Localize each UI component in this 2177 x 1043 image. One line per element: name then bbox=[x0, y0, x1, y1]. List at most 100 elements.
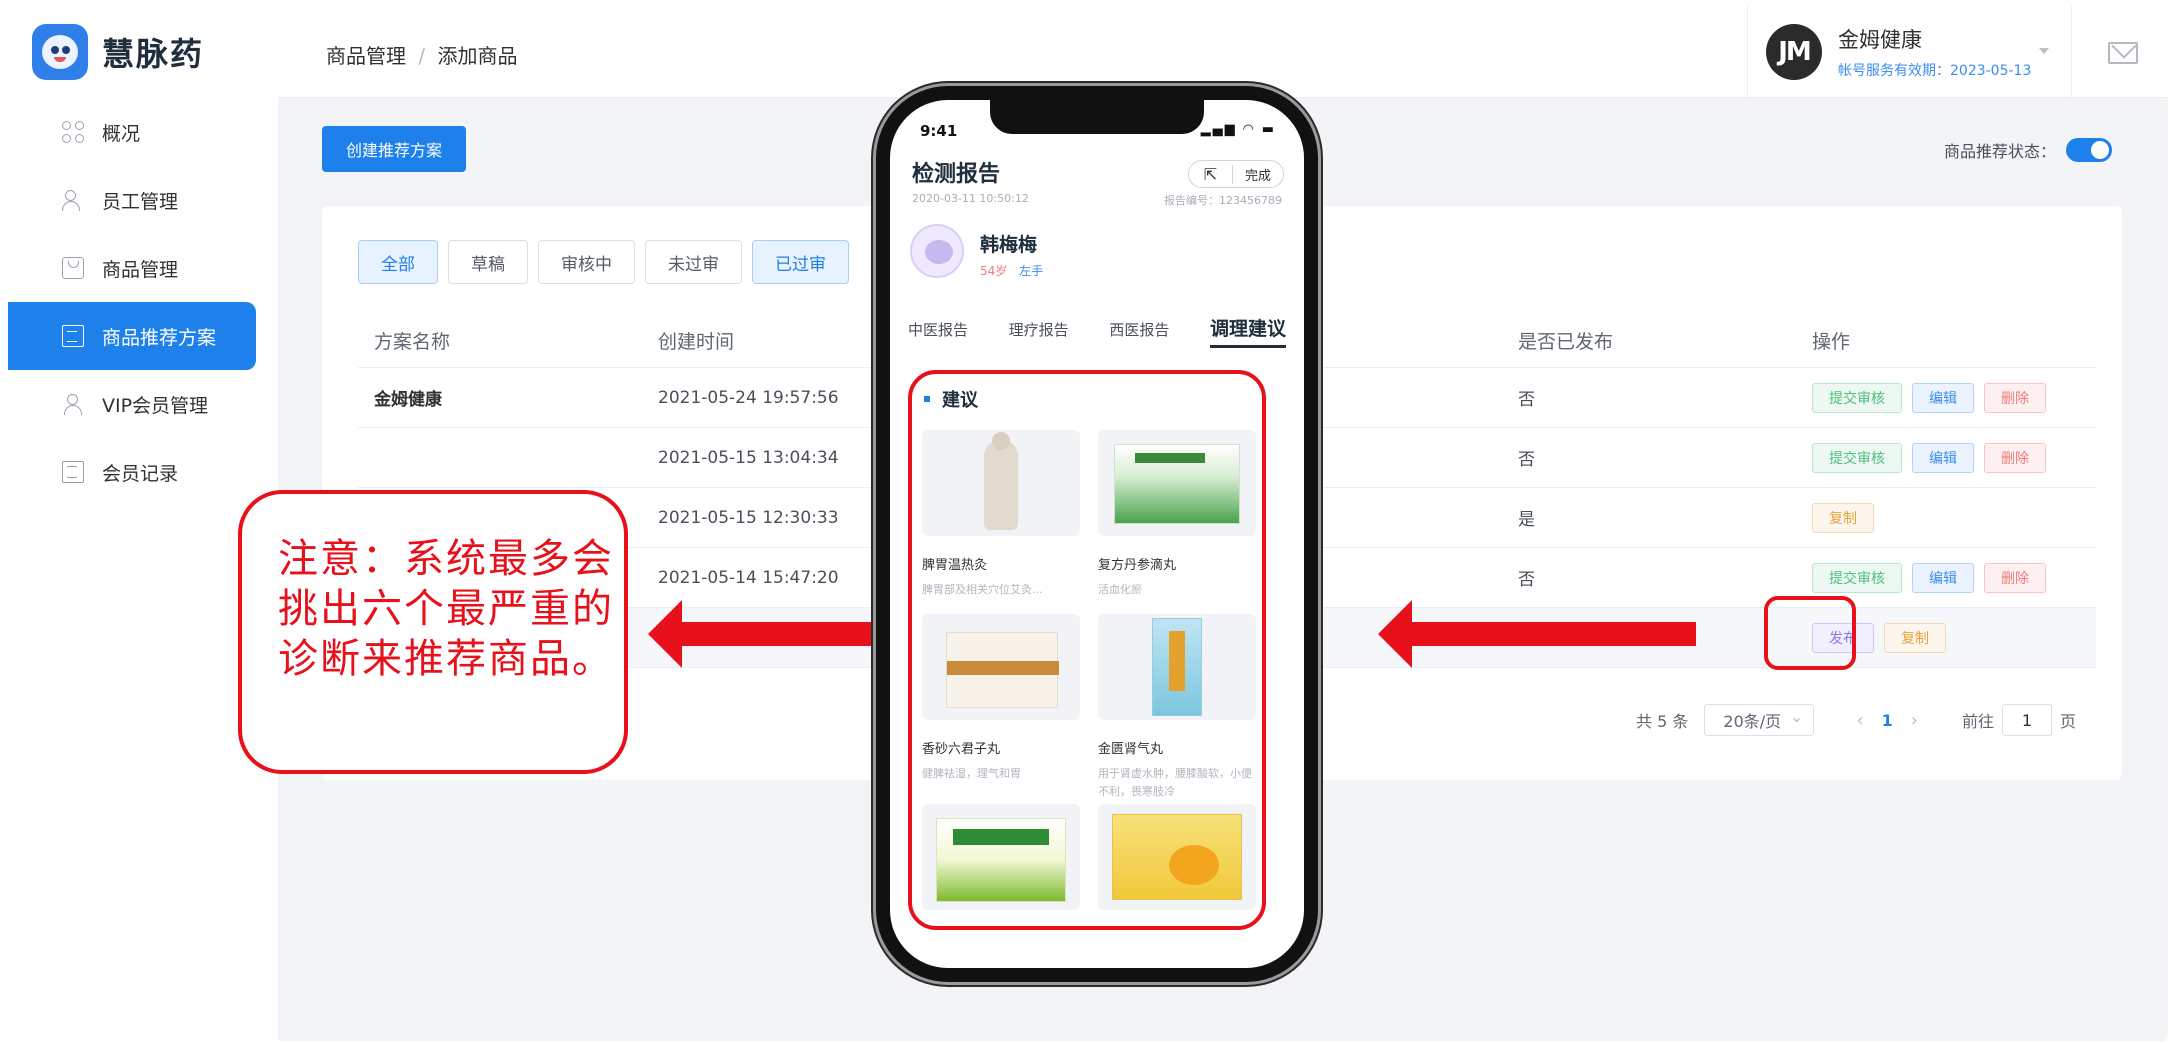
copy-button[interactable]: 复制 bbox=[1884, 622, 1946, 653]
product-name: 脾胃温热灸 bbox=[922, 558, 988, 573]
product-card[interactable]: 香砂六君子丸 健脾祛湿，理气和胃 bbox=[922, 614, 1080, 783]
sidebar: 慧脉药 概况 员工管理 商品管理 商品推荐方案 VIP会员管理 会员记录 bbox=[8, 6, 278, 1041]
report-date: 2020-03-11 10:50:12 bbox=[912, 192, 1029, 205]
report-title: 检测报告 bbox=[912, 162, 1001, 187]
user-info: 金姆健康 帐号服务有效期：2023-05-13 bbox=[1838, 24, 2031, 80]
tab-tcm-report[interactable]: 中医报告 bbox=[908, 319, 968, 348]
chevron-down-icon[interactable] bbox=[2039, 48, 2049, 54]
grid-icon bbox=[62, 121, 84, 143]
filter-reviewing[interactable]: 审核中 bbox=[538, 240, 635, 284]
report-number: 报告编号：123456789 bbox=[1164, 194, 1282, 207]
patient-name: 韩梅梅 bbox=[980, 234, 1038, 256]
goto-label: 前往 bbox=[1961, 712, 1994, 731]
product-card[interactable] bbox=[1098, 804, 1256, 910]
goto-page-input[interactable]: 1 bbox=[2001, 704, 2052, 736]
plan-name: 金姆健康 bbox=[374, 390, 442, 410]
filter-rejected[interactable]: 未过审 bbox=[645, 240, 742, 284]
delete-button[interactable]: 删除 bbox=[1984, 562, 2046, 593]
recommend-status-toggle[interactable] bbox=[2066, 138, 2112, 162]
published-flag: 是 bbox=[1518, 510, 1535, 530]
mail-icon[interactable] bbox=[2108, 42, 2138, 64]
logo-mascot-icon bbox=[32, 24, 88, 80]
column-header: 创建时间 bbox=[658, 331, 735, 353]
sidebar-item-vip[interactable]: VIP会员管理 bbox=[8, 370, 256, 438]
sidebar-item-label: 会员记录 bbox=[102, 462, 179, 485]
sidebar-item-products[interactable]: 商品管理 bbox=[8, 234, 256, 302]
delete-button[interactable]: 删除 bbox=[1984, 382, 2046, 413]
sidebar-item-overview[interactable]: 概况 bbox=[8, 98, 256, 166]
phone-screen: 9:41 ▂▄▆ ◠ ▬ 检测报告 ⇱ 完成 2020-03-11 10:50:… bbox=[890, 100, 1304, 968]
published-flag: 否 bbox=[1518, 570, 1535, 590]
list-icon bbox=[62, 461, 84, 483]
account-expiry: 帐号服务有效期：2023-05-13 bbox=[1838, 63, 2032, 79]
submit-review-button[interactable]: 提交审核 bbox=[1812, 442, 1902, 473]
pagination-total: 共 5 条 bbox=[1636, 712, 1689, 731]
delete-button[interactable]: 删除 bbox=[1984, 442, 2046, 473]
filter-all[interactable]: 全部 bbox=[358, 240, 438, 284]
left-arrow-icon bbox=[1378, 600, 1696, 668]
user-name: 金姆健康 bbox=[1838, 28, 1922, 52]
product-desc: 活血化瘀 bbox=[1098, 583, 1142, 596]
page-size-select[interactable]: 20条/页 bbox=[1704, 704, 1815, 736]
recommend-status-label: 商品推荐状态： bbox=[1943, 142, 2056, 161]
created-time: 2021-05-14 15:47:20 bbox=[658, 567, 839, 588]
breadcrumb-item[interactable]: 商品管理 bbox=[326, 44, 406, 68]
current-page[interactable]: 1 bbox=[1882, 711, 1893, 730]
vip-user-icon bbox=[62, 393, 84, 415]
done-button[interactable]: 完成 bbox=[1233, 165, 1283, 184]
tab-western-report[interactable]: 西医报告 bbox=[1109, 319, 1169, 348]
edit-button[interactable]: 编辑 bbox=[1912, 562, 1974, 593]
filter-draft[interactable]: 草稿 bbox=[448, 240, 528, 284]
app-window: 慧脉药 概况 员工管理 商品管理 商品推荐方案 VIP会员管理 会员记录 商品管… bbox=[8, 6, 2168, 1041]
patient-hand: 左手 bbox=[1019, 264, 1044, 278]
edit-button[interactable]: 编辑 bbox=[1912, 382, 1974, 413]
submit-review-button[interactable]: 提交审核 bbox=[1812, 382, 1902, 413]
sidebar-item-label: VIP会员管理 bbox=[102, 394, 209, 417]
bag-icon bbox=[62, 257, 84, 279]
pagination: 共 5 条 20条/页 ‹ 1 › 前往 1 页 bbox=[1636, 704, 2076, 736]
status-signal-wifi-battery-icon: ▂▄▆ ◠ ▬ bbox=[1200, 122, 1276, 137]
user-menu[interactable]: JM 金姆健康 帐号服务有效期：2023-05-13 bbox=[1747, 6, 2072, 98]
status-time: 9:41 bbox=[920, 122, 958, 140]
column-header: 是否已发布 bbox=[1518, 331, 1614, 353]
publish-highlight-ring bbox=[1764, 596, 1856, 670]
created-time: 2021-05-15 13:04:34 bbox=[658, 447, 839, 468]
recommend-status: 商品推荐状态： bbox=[1944, 138, 2112, 162]
page-unit: 页 bbox=[2059, 712, 2076, 731]
status-filters: 全部 草稿 审核中 未过审 已过审 bbox=[358, 240, 859, 284]
copy-button[interactable]: 复制 bbox=[1812, 502, 1874, 533]
sidebar-item-label: 概况 bbox=[102, 122, 141, 145]
product-card[interactable] bbox=[922, 804, 1080, 910]
product-desc: 用于肾虚水肿，腰膝酸软，小便不利，畏寒肢冷 bbox=[1098, 767, 1252, 798]
prev-page-icon[interactable]: ‹ bbox=[1856, 710, 1863, 731]
advice-section: 建议 脾胃温热灸 脾胃部及相关穴位艾灸... 复方丹参滴丸 活血化瘀 香砂六君子… bbox=[908, 370, 1266, 930]
share-icon[interactable]: ⇱ bbox=[1189, 164, 1233, 184]
published-flag: 否 bbox=[1518, 450, 1535, 470]
created-time: 2021-05-15 12:30:33 bbox=[658, 507, 839, 528]
sidebar-item-label: 商品推荐方案 bbox=[102, 326, 217, 349]
product-card[interactable]: 金匮肾气丸 用于肾虚水肿，腰膝酸软，小便不利，畏寒肢冷 bbox=[1098, 614, 1256, 801]
create-plan-button[interactable]: 创建推荐方案 bbox=[322, 126, 466, 172]
edit-button[interactable]: 编辑 bbox=[1912, 442, 1974, 473]
product-desc: 健脾祛湿，理气和胃 bbox=[922, 767, 1021, 780]
product-card[interactable]: 脾胃温热灸 脾胃部及相关穴位艾灸... bbox=[922, 430, 1080, 599]
logo-text: 慧脉药 bbox=[102, 35, 205, 73]
patient-avatar bbox=[910, 224, 964, 278]
product-card[interactable]: 复方丹参滴丸 活血化瘀 bbox=[1098, 430, 1256, 599]
product-name: 香砂六君子丸 bbox=[922, 742, 1001, 757]
phone-notch bbox=[990, 100, 1204, 134]
breadcrumb-separator: / bbox=[418, 44, 426, 68]
next-page-icon[interactable]: › bbox=[1911, 710, 1918, 731]
product-name: 金匮肾气丸 bbox=[1098, 742, 1164, 757]
sidebar-item-staff[interactable]: 员工管理 bbox=[8, 166, 256, 234]
tab-therapy-report[interactable]: 理疗报告 bbox=[1009, 319, 1069, 348]
sidebar-item-records[interactable]: 会员记录 bbox=[8, 438, 256, 506]
product-image bbox=[922, 430, 1080, 536]
sidebar-nav: 概况 员工管理 商品管理 商品推荐方案 VIP会员管理 会员记录 bbox=[8, 98, 256, 506]
tab-advice[interactable]: 调理建议 bbox=[1209, 314, 1286, 348]
row-actions: 复制 bbox=[1812, 488, 1884, 547]
breadcrumb: 商品管理 / 添加商品 bbox=[326, 40, 517, 69]
submit-review-button[interactable]: 提交审核 bbox=[1812, 562, 1902, 593]
sidebar-item-recommendations[interactable]: 商品推荐方案 bbox=[8, 302, 256, 370]
filter-approved[interactable]: 已过审 bbox=[752, 240, 849, 284]
